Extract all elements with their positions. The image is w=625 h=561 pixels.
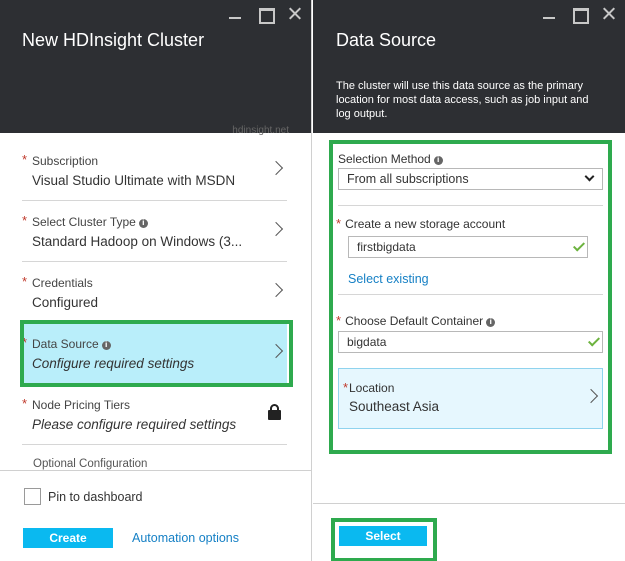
required-marker: * xyxy=(22,152,28,167)
pin-to-dashboard[interactable]: Pin to dashboard xyxy=(24,488,143,505)
list-item-subscription[interactable]: * Subscription Visual Studio Ultimate wi… xyxy=(22,140,287,201)
data-source-blade: Data Source The cluster will use this da… xyxy=(313,0,625,561)
annotation-highlight-box xyxy=(20,320,293,387)
item-label: Credentials xyxy=(32,276,93,290)
new-hdinsight-cluster-blade: New HDInsight Cluster hdinsight.net * Su… xyxy=(0,0,312,561)
pin-checkbox[interactable] xyxy=(24,488,41,505)
required-marker: * xyxy=(22,274,28,289)
chevron-right-icon xyxy=(268,282,284,298)
required-marker: * xyxy=(22,396,28,411)
item-value: Please configure required settings xyxy=(32,417,237,432)
close-icon[interactable] xyxy=(601,6,617,22)
maximize-icon[interactable] xyxy=(571,6,589,24)
close-icon[interactable] xyxy=(287,6,303,22)
blade-header: Data Source The cluster will use this da… xyxy=(313,0,625,133)
required-marker: * xyxy=(22,213,28,228)
item-label: Subscription xyxy=(32,154,99,168)
annotation-highlight-box xyxy=(331,518,437,561)
item-value: Configured xyxy=(32,295,99,310)
automation-options-link[interactable]: Automation options xyxy=(132,531,239,545)
blade-footer: Pin to dashboard Create Automation optio… xyxy=(0,470,311,561)
optional-configuration-item[interactable]: Optional Configuration xyxy=(33,458,147,470)
list-item-cluster-type[interactable]: * Select Cluster Type i Standard Hadoop o… xyxy=(22,201,287,262)
chevron-right-icon xyxy=(268,160,284,176)
annotation-highlight-box xyxy=(329,140,612,454)
window-controls xyxy=(227,6,303,24)
list-item-node-pricing-tiers: * Node Pricing Tiers Please configure re… xyxy=(22,384,287,445)
blade-title: New HDInsight Cluster xyxy=(22,30,205,50)
info-icon[interactable]: i xyxy=(138,219,148,228)
chevron-right-icon xyxy=(268,221,284,237)
blade-description: The cluster will use this data source as… xyxy=(336,80,589,120)
item-label: Node Pricing Tiers xyxy=(32,398,131,412)
clipped-cluster-name: hdinsight.net xyxy=(232,125,289,136)
minimize-icon[interactable] xyxy=(541,6,557,22)
item-value: Visual Studio Ultimate with MSDN xyxy=(32,173,236,188)
maximize-icon[interactable] xyxy=(257,6,275,24)
item-label: Select Cluster Type xyxy=(32,215,136,229)
lock-icon xyxy=(268,404,281,420)
blade-header: New HDInsight Cluster xyxy=(0,0,311,133)
item-value: Standard Hadoop on Windows (3... xyxy=(32,234,243,249)
window-controls xyxy=(541,6,617,24)
create-button[interactable]: Create xyxy=(23,528,113,548)
minimize-icon[interactable] xyxy=(227,6,243,22)
blade-footer: Select xyxy=(313,503,625,561)
pin-label: Pin to dashboard xyxy=(48,489,143,504)
blade-title: Data Source xyxy=(336,30,437,50)
list-item-credentials[interactable]: * Credentials Configured xyxy=(22,262,287,323)
cluster-settings-list: * Subscription Visual Studio Ultimate wi… xyxy=(22,140,287,445)
